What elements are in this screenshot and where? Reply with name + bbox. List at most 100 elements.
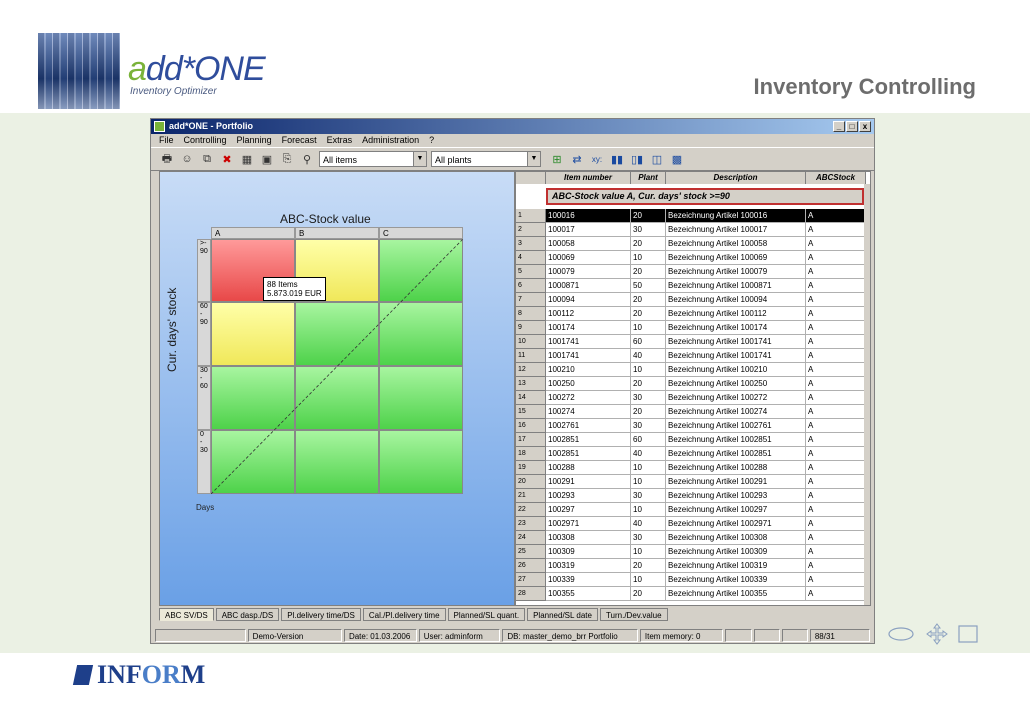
plant-cell: 60: [631, 433, 666, 447]
copy-icon[interactable]: ⧉: [199, 151, 215, 167]
tree-icon[interactable]: ⊞: [549, 151, 565, 167]
table-row[interactable]: 5 100079 20 Bezeichnung Artikel 100079 A: [516, 265, 866, 279]
column-chart-icon[interactable]: ▯▮: [629, 151, 645, 167]
column-header-c: C: [379, 227, 463, 239]
export-icon[interactable]: ⎘: [279, 151, 295, 167]
description-cell: Bezeichnung Artikel 100017: [666, 223, 806, 237]
table-row[interactable]: 22 100297 10 Bezeichnung Artikel 100297 A: [516, 503, 866, 517]
table-row[interactable]: 14 100272 30 Bezeichnung Artikel 100272 A: [516, 391, 866, 405]
print-icon[interactable]: 🖶: [159, 151, 175, 167]
plant-cell: 30: [631, 531, 666, 545]
plant-cell: 10: [631, 321, 666, 335]
portfolio-chart-panel: ABC-Stock value Cur. days' stock A B C >…: [159, 171, 515, 606]
window-icon[interactable]: ▣: [259, 151, 275, 167]
chart-title: ABC-Stock value: [280, 212, 371, 226]
vertical-scrollbar[interactable]: [864, 184, 870, 605]
logo-mark-icon: [72, 665, 94, 685]
col-header-plant[interactable]: Plant: [631, 172, 666, 184]
col-header-abcstock[interactable]: ABCStock: [806, 172, 866, 184]
table-row[interactable]: 7 100094 20 Bezeichnung Artikel 100094 A: [516, 293, 866, 307]
table-row[interactable]: 27 100339 10 Bezeichnung Artikel 100339 A: [516, 573, 866, 587]
app-window: add*ONE - Portfolio _ □ x File Controlli…: [150, 118, 875, 644]
grid-icon[interactable]: ▦: [239, 151, 255, 167]
row-number: 14: [516, 391, 546, 405]
abc-cell: A: [806, 587, 866, 601]
table-row[interactable]: 25 100309 10 Bezeichnung Artikel 100309 A: [516, 545, 866, 559]
description-cell: Bezeichnung Artikel 100319: [666, 559, 806, 573]
col-header-rownum[interactable]: [516, 172, 546, 184]
table-row[interactable]: 4 100069 10 Bezeichnung Artikel 100069 A: [516, 251, 866, 265]
table-row[interactable]: 13 100250 20 Bezeichnung Artikel 100250 A: [516, 377, 866, 391]
menu-help[interactable]: ?: [429, 134, 434, 147]
table-row[interactable]: 9 100174 10 Bezeichnung Artikel 100174 A: [516, 321, 866, 335]
table-row[interactable]: 18 1002851 40 Bezeichnung Artikel 1002851 A: [516, 447, 866, 461]
description-cell: Bezeichnung Artikel 1001741: [666, 335, 806, 349]
table-row[interactable]: 11 1001741 40 Bezeichnung Artikel 1001741 A: [516, 349, 866, 363]
chart3d-icon[interactable]: ◫: [649, 151, 665, 167]
tab-planned-sl-quant[interactable]: Planned/SL quant.: [447, 608, 526, 621]
ellipse-icon[interactable]: [887, 626, 915, 642]
menu-file[interactable]: File: [159, 134, 174, 147]
diagonal-line: [211, 239, 463, 494]
row-number: 1: [516, 209, 546, 223]
table-row[interactable]: 15 100274 20 Bezeichnung Artikel 100274 A: [516, 405, 866, 419]
swap-icon[interactable]: ⇄: [569, 151, 585, 167]
xy-button[interactable]: xy:: [589, 151, 605, 167]
tab-abc-dasp-ds[interactable]: ABC dasp./DS: [215, 608, 280, 621]
table-row[interactable]: 16 1002761 30 Bezeichnung Artikel 1002761 A: [516, 419, 866, 433]
table-row[interactable]: 19 100288 10 Bezeichnung Artikel 100288 A: [516, 461, 866, 475]
item-number-cell: 100288: [546, 461, 631, 475]
minimize-button[interactable]: _: [833, 121, 845, 132]
table-row[interactable]: 17 1002851 60 Bezeichnung Artikel 1002851 A: [516, 433, 866, 447]
table-row[interactable]: 2 100017 30 Bezeichnung Artikel 100017 A: [516, 223, 866, 237]
tab-abc-sv-ds[interactable]: ABC SV/DS: [159, 608, 214, 621]
row-number: 12: [516, 363, 546, 377]
table-row[interactable]: 12 100210 10 Bezeichnung Artikel 100210 A: [516, 363, 866, 377]
tab-turn-dev-value[interactable]: Turn./Dev.value: [599, 608, 668, 621]
tab-planned-sl-date[interactable]: Planned/SL date: [527, 608, 598, 621]
abc-cell: A: [806, 265, 866, 279]
item-number-cell: 100250: [546, 377, 631, 391]
items-select[interactable]: All items ▼: [319, 151, 427, 167]
maximize-button[interactable]: □: [846, 121, 858, 132]
menu-extras[interactable]: Extras: [327, 134, 353, 147]
col-header-description[interactable]: Description: [666, 172, 806, 184]
table-row[interactable]: 8 100112 20 Bezeichnung Artikel 100112 A: [516, 307, 866, 321]
item-number-cell: 100293: [546, 489, 631, 503]
table-row[interactable]: 26 100319 20 Bezeichnung Artikel 100319 A: [516, 559, 866, 573]
description-cell: Bezeichnung Artikel 100094: [666, 293, 806, 307]
plant-cell: 20: [631, 377, 666, 391]
plants-select[interactable]: All plants ▼: [431, 151, 541, 167]
menu-controlling[interactable]: Controlling: [184, 134, 227, 147]
matrix-icon[interactable]: ▩: [669, 151, 685, 167]
table-row[interactable]: 24 100308 30 Bezeichnung Artikel 100308 A: [516, 531, 866, 545]
item-number-cell: 1001741: [546, 349, 631, 363]
table-row[interactable]: 21 100293 30 Bezeichnung Artikel 100293 A: [516, 489, 866, 503]
table-row[interactable]: 20 100291 10 Bezeichnung Artikel 100291 A: [516, 475, 866, 489]
menu-planning[interactable]: Planning: [237, 134, 272, 147]
table-row[interactable]: 6 1000871 50 Bezeichnung Artikel 1000871 A: [516, 279, 866, 293]
table-row[interactable]: 1 100016 20 Bezeichnung Artikel 100016 A: [516, 209, 866, 223]
column-header-a: A: [211, 227, 295, 239]
person-icon[interactable]: ☺: [179, 151, 195, 167]
table-row[interactable]: 3 100058 20 Bezeichnung Artikel 100058 A: [516, 237, 866, 251]
row-number: 23: [516, 517, 546, 531]
col-header-item-number[interactable]: Item number: [546, 172, 631, 184]
square-icon[interactable]: [958, 625, 978, 643]
menu-forecast[interactable]: Forecast: [282, 134, 317, 147]
bar-chart-icon[interactable]: ▮▮: [609, 151, 625, 167]
move-arrows-icon[interactable]: [926, 623, 948, 645]
table-row[interactable]: 28 100355 20 Bezeichnung Artikel 100355 A: [516, 587, 866, 601]
menu-administration[interactable]: Administration: [362, 134, 419, 147]
window-titlebar[interactable]: add*ONE - Portfolio _ □ x: [151, 119, 874, 134]
item-number-cell: 100308: [546, 531, 631, 545]
plant-cell: 30: [631, 419, 666, 433]
close-button[interactable]: x: [859, 121, 871, 132]
table-row[interactable]: 10 1001741 60 Bezeichnung Artikel 1001741 A: [516, 335, 866, 349]
item-number-cell: 100210: [546, 363, 631, 377]
tab-pl-delivery-time-ds[interactable]: Pl.delivery time/DS: [281, 608, 361, 621]
delete-icon[interactable]: ✖: [219, 151, 235, 167]
filter-icon[interactable]: ⚲: [299, 151, 315, 167]
tab-cal-pl-delivery-time[interactable]: Cal./Pl.delivery time: [362, 608, 446, 621]
table-row[interactable]: 23 1002971 40 Bezeichnung Artikel 1002971 A: [516, 517, 866, 531]
